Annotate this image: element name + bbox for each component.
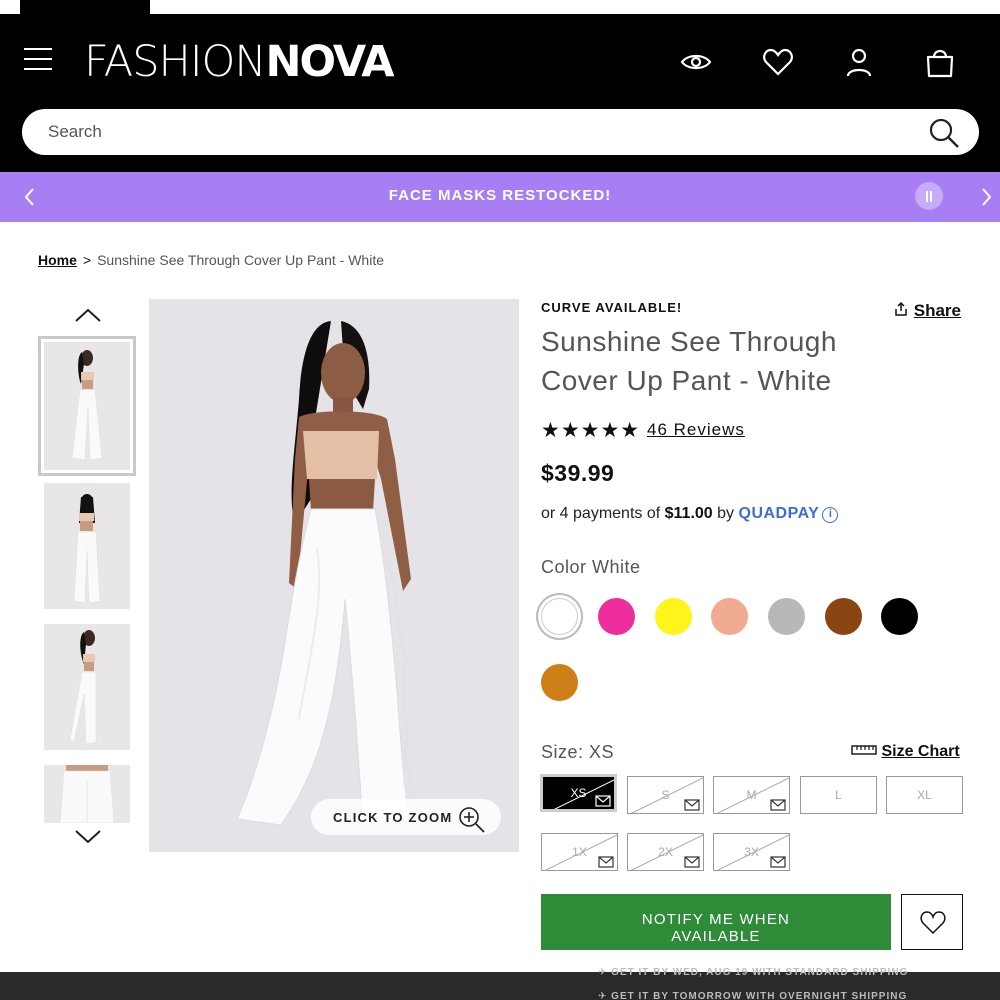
browser-top-strip — [0, 0, 1000, 14]
promo-text[interactable]: FACE MASKS RESTOCKED! — [0, 187, 1000, 204]
share-label: Share — [913, 301, 961, 320]
installment-by: by — [717, 505, 735, 522]
logo-bold-text: NOVA — [265, 37, 395, 87]
account-icon[interactable] — [841, 44, 877, 80]
share-icon — [895, 301, 907, 316]
breadcrumb-current: Sunshine See Through Cover Up Pant - Whi… — [97, 252, 384, 268]
menu-icon[interactable] — [24, 48, 52, 72]
site-logo[interactable]: FASHIONNOVA — [84, 37, 395, 87]
envelope-icon — [770, 856, 786, 868]
browser-tab[interactable] — [20, 0, 150, 14]
product-price: $39.99 — [541, 460, 615, 486]
breadcrumb-separator: > — [82, 252, 92, 268]
product-page: FASHIONNOVA FACE MASKS R — [0, 0, 1000, 1000]
chevron-right-icon[interactable] — [976, 184, 996, 210]
size-option-label: L — [835, 788, 842, 802]
eye-icon[interactable] — [678, 44, 714, 80]
size-option-m[interactable]: M — [713, 776, 790, 814]
installment-amount: $11.00 — [664, 505, 713, 522]
size-option-s[interactable]: S — [627, 776, 704, 814]
thumbnail-4[interactable] — [44, 765, 130, 823]
rating-stars: ★★★★★ — [541, 419, 641, 442]
envelope-icon — [770, 799, 786, 811]
wishlist-button[interactable] — [901, 894, 963, 950]
envelope-icon — [598, 856, 614, 868]
thumbnail-3[interactable] — [44, 624, 130, 750]
installment-info: or 4 payments of $11.00 by QUADPAY i — [541, 505, 839, 523]
thumbnail-1[interactable] — [38, 336, 136, 476]
size-option-1x[interactable]: 1X — [541, 833, 618, 871]
product-photo-main — [236, 321, 417, 826]
curve-available-badge: CURVE AVAILABLE! — [541, 300, 683, 315]
plane-icon: ✈ — [598, 967, 608, 978]
zoom-label: CLICK TO ZOOM — [333, 810, 453, 825]
envelope-icon — [595, 795, 611, 807]
info-icon[interactable]: i — [822, 507, 839, 523]
heart-outline-icon — [920, 911, 946, 935]
envelope-icon — [684, 856, 700, 868]
color-swatch-pink[interactable] — [598, 598, 635, 635]
site-header: FASHIONNOVA — [0, 14, 1000, 172]
breadcrumb: Home > Sunshine See Through Cover Up Pant … — [38, 252, 384, 268]
search-bar — [22, 109, 979, 155]
notify-me-button[interactable]: NOTIFY ME WHEN AVAILABLE — [541, 894, 891, 950]
notify-line-1: NOTIFY ME WHEN — [641, 910, 791, 928]
size-chart-label: Size Chart — [881, 743, 960, 760]
size-chart-link[interactable]: Size Chart — [851, 743, 960, 761]
main-product-image[interactable]: CLICK TO ZOOM — [149, 299, 519, 852]
reviews-link[interactable]: 46 Reviews — [647, 420, 745, 440]
color-swatch-brown[interactable] — [825, 598, 862, 635]
pause-icon[interactable] — [915, 182, 943, 210]
chevron-down-icon[interactable] — [72, 828, 104, 846]
logo-light-text: FASHION — [84, 37, 267, 87]
zoom-in-icon — [459, 807, 485, 833]
size-option-xs[interactable]: XS — [540, 774, 617, 812]
size-option-2x[interactable]: 2X — [627, 833, 704, 871]
shipping-overnight: ✈ GET IT BY TOMORROW WITH OVERNIGHT SHIP… — [598, 991, 907, 1000]
search-input[interactable] — [48, 109, 908, 155]
shipping-overnight-text: GET IT BY TOMORROW WITH OVERNIGHT SHIPPI… — [611, 991, 908, 1000]
heart-icon[interactable] — [760, 44, 796, 80]
promo-banner: FACE MASKS RESTOCKED! — [0, 172, 1000, 222]
size-option-3x[interactable]: 3X — [713, 833, 790, 871]
color-label: Color White — [541, 557, 641, 577]
product-photo-front — [71, 350, 103, 461]
color-swatch-white[interactable] — [541, 598, 578, 635]
size-option-label: XL — [917, 788, 932, 802]
click-to-zoom-button[interactable]: CLICK TO ZOOM — [311, 799, 501, 835]
product-photo-side — [69, 630, 97, 745]
size-option-l[interactable]: L — [800, 776, 877, 814]
product-photo-back — [73, 494, 101, 604]
envelope-icon — [684, 799, 700, 811]
breadcrumb-home-link[interactable]: Home — [38, 252, 77, 268]
truck-icon: ✈ — [598, 991, 608, 1000]
shipping-standard: ✈ GET IT BY WED, AUG 19 WITH STANDARD SH… — [598, 967, 908, 978]
search-icon[interactable] — [927, 116, 961, 150]
color-swatch-grey[interactable] — [768, 598, 805, 635]
share-button[interactable]: Share — [893, 301, 961, 321]
notify-line-2: AVAILABLE — [671, 927, 761, 945]
color-swatch-black[interactable] — [881, 598, 918, 635]
product-title: Sunshine See Through Cover Up Pant - Whi… — [541, 326, 837, 396]
chevron-up-icon[interactable] — [72, 306, 104, 324]
color-swatch-mustard[interactable] — [541, 664, 578, 701]
installment-prefix: or 4 payments of — [541, 505, 661, 522]
quadpay-logo: QUADPAY — [738, 505, 820, 522]
color-swatch-peach[interactable] — [711, 598, 748, 635]
product-photo-detail — [59, 765, 115, 823]
color-swatch-yellow[interactable] — [655, 598, 692, 635]
size-label: Size: XS — [541, 742, 615, 762]
ruler-icon — [851, 745, 877, 755]
shipping-standard-text: GET IT BY WED, AUG 19 WITH STANDARD SHIP… — [611, 967, 909, 978]
thumbnail-2[interactable] — [44, 483, 130, 609]
size-option-xl[interactable]: XL — [886, 776, 963, 814]
cart-icon[interactable] — [922, 44, 958, 80]
